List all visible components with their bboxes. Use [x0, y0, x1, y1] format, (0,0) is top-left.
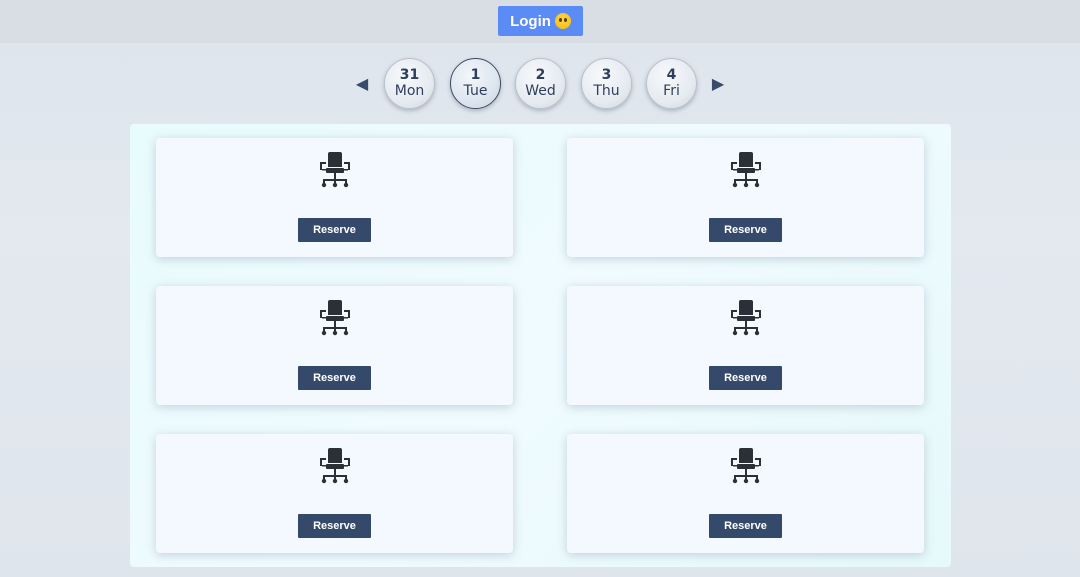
- day-weekday: Tue: [463, 82, 488, 99]
- office-chair-icon: [731, 448, 761, 484]
- login-button[interactable]: Login: [498, 6, 583, 36]
- reserve-button[interactable]: Reserve: [298, 514, 371, 538]
- reserve-button[interactable]: Reserve: [298, 218, 371, 242]
- office-chair-icon: [731, 300, 761, 336]
- day-weekday: Thu: [593, 82, 620, 99]
- top-bar: Login: [0, 0, 1080, 43]
- seat-card-1: Reserve: [567, 138, 924, 257]
- office-chair-icon: [320, 448, 350, 484]
- seat-card-4: Reserve: [156, 434, 513, 553]
- day-number: 4: [666, 66, 677, 83]
- reserve-button[interactable]: Reserve: [709, 218, 782, 242]
- office-chair-icon: [320, 300, 350, 336]
- day-button-3[interactable]: 3 Thu: [581, 58, 632, 109]
- reserve-button[interactable]: Reserve: [709, 514, 782, 538]
- day-button-1[interactable]: 1 Tue: [450, 58, 501, 109]
- office-chair-icon: [320, 152, 350, 188]
- day-number: 31: [399, 66, 420, 83]
- date-navigation: ◀ 31 Mon 1 Tue 2 Wed 3 Thu 4 Fri ▶: [0, 57, 1080, 111]
- login-label: Login: [510, 12, 551, 30]
- pleading-face-icon: [554, 13, 571, 29]
- seat-grid-panel: Reserve Reserve Reserve Reserve Reserve …: [130, 124, 951, 567]
- day-weekday: Wed: [525, 82, 556, 99]
- reserve-button[interactable]: Reserve: [298, 366, 371, 390]
- seat-card-3: Reserve: [567, 286, 924, 405]
- day-number: 1: [470, 66, 481, 83]
- day-button-2[interactable]: 2 Wed: [515, 58, 566, 109]
- triangle-right-icon[interactable]: ▶: [709, 74, 727, 94]
- day-button-0[interactable]: 31 Mon: [384, 58, 435, 109]
- seat-card-2: Reserve: [156, 286, 513, 405]
- triangle-left-icon[interactable]: ◀: [353, 74, 371, 94]
- reserve-button[interactable]: Reserve: [709, 366, 782, 390]
- day-number: 3: [601, 66, 612, 83]
- office-chair-icon: [731, 152, 761, 188]
- day-button-4[interactable]: 4 Fri: [646, 58, 697, 109]
- day-weekday: Mon: [394, 82, 425, 99]
- seat-card-5: Reserve: [567, 434, 924, 553]
- seat-card-0: Reserve: [156, 138, 513, 257]
- day-number: 2: [535, 66, 546, 83]
- day-weekday: Fri: [663, 82, 680, 99]
